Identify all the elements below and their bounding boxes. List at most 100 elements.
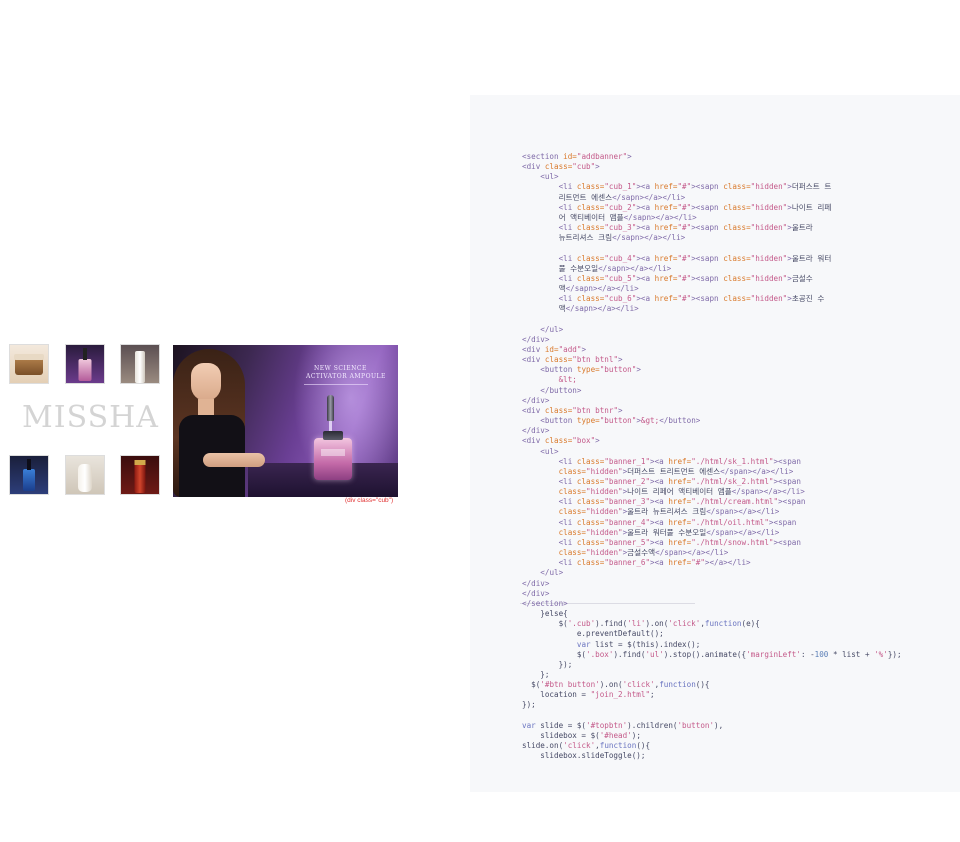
thumb-serum-blue[interactable] xyxy=(9,455,49,495)
code-line: </div> xyxy=(522,426,902,436)
code-line: <ul> xyxy=(522,172,902,182)
code-token: ><span xyxy=(773,456,801,466)
thumb-lotion[interactable] xyxy=(65,455,105,495)
code-line: <li class="cub_6"><a href="#"><sapn clas… xyxy=(522,294,902,304)
code-token: href= xyxy=(654,294,678,304)
code-token: 울트라 뉴트리셔스 크림 xyxy=(627,507,707,517)
code-token: class= xyxy=(576,182,605,192)
bottle-cap-icon xyxy=(134,460,146,465)
main-banner[interactable]: NEW SCIENCE ACTIVATOR AMPOULE xyxy=(173,345,398,497)
code-token: ><sapn xyxy=(691,202,724,212)
code-token: '%' xyxy=(874,649,888,659)
thumb-essence[interactable] xyxy=(120,344,160,384)
code-token: > xyxy=(636,365,641,375)
code-token: 금설수액 xyxy=(627,548,656,558)
thumb-cream-jar[interactable] xyxy=(9,344,49,384)
code-token: > xyxy=(627,152,632,161)
code-line: }else{ xyxy=(522,609,902,619)
code-token: ; xyxy=(650,690,655,700)
code-token: class= xyxy=(576,294,605,304)
ampoule-cap-icon xyxy=(323,431,343,440)
code-token: "hidden" xyxy=(586,466,623,476)
code-token: "hidden" xyxy=(750,202,788,212)
code-line: </ul> xyxy=(522,568,902,578)
code-token: "#" xyxy=(677,202,692,212)
code-token: <li xyxy=(558,517,577,527)
code-token: 울트라 워터 xyxy=(791,253,832,263)
code-token: 'click' xyxy=(668,619,701,629)
code-token: <li xyxy=(558,537,577,547)
code-token: > xyxy=(581,344,587,354)
code-token: <button xyxy=(540,416,577,426)
code-token: "#" xyxy=(677,273,692,283)
code-token: list = $(this).index(); xyxy=(590,639,701,649)
code-token: > xyxy=(618,405,623,415)
code-token: * list + xyxy=(828,649,875,659)
dropper-icon xyxy=(83,348,87,360)
code-token: "hidden" xyxy=(750,182,788,192)
ampoule-bottle-icon xyxy=(314,438,352,480)
code-token: "#" xyxy=(677,182,692,192)
code-token: </ul> xyxy=(540,324,564,334)
code-token: "addbanner" xyxy=(576,152,628,161)
code-line: 액</sapn></a></li> xyxy=(522,284,902,294)
code-token: type= xyxy=(576,365,600,375)
code-token: "button" xyxy=(599,416,637,426)
banner-caption: (div class="cub") xyxy=(345,497,394,504)
code-token: }else{ xyxy=(522,609,568,619)
code-token: ><a xyxy=(636,202,655,212)
code-token: "./html/oil.html" xyxy=(691,517,769,527)
code-token: <li xyxy=(558,202,577,212)
code-token: href= xyxy=(654,253,678,263)
code-token: class= xyxy=(723,202,751,212)
code-line: <li class="banner_5"><a href="./html/sno… xyxy=(522,538,902,548)
model-face xyxy=(191,363,221,401)
code-token: <button xyxy=(540,365,577,375)
code-token: slidebox.slideToggle(); xyxy=(522,751,646,761)
code-token: "#" xyxy=(677,223,692,233)
code-token: </span></a></li> xyxy=(655,548,729,558)
code-line: 뉴트리셔스 크림</sapn></a></li> xyxy=(522,233,902,243)
code-token: $( xyxy=(522,680,541,690)
code-token: "hidden" xyxy=(750,294,788,304)
code-token: > xyxy=(618,355,623,365)
code-token: ><a xyxy=(636,253,655,263)
code-token: <ul> xyxy=(540,172,559,182)
code-token: 나이트 리페어 액티베이터 앰플 xyxy=(627,487,732,497)
code-token: &gt; xyxy=(640,416,660,426)
code-line: <section id="addbanner"> xyxy=(522,152,902,162)
code-token: ).on( xyxy=(645,619,669,629)
code-token: 울트라 xyxy=(791,223,813,233)
code-token: ><span xyxy=(768,517,797,527)
code-token: $( xyxy=(522,649,587,659)
code-token: class= xyxy=(576,273,605,283)
code-token: <li xyxy=(558,223,577,233)
code-token: class= xyxy=(576,223,605,233)
red-bottle-icon xyxy=(134,463,146,493)
code-token: "banner_5" xyxy=(604,537,651,547)
code-line: 액</sapn></a></li> xyxy=(522,304,902,314)
code-token: <li xyxy=(558,477,577,486)
thumb-ampoule[interactable] xyxy=(65,344,105,384)
code-token: "./html/sk_1.html" xyxy=(691,456,774,466)
code-block: <section id="addbanner"> <div class="cub"… xyxy=(522,152,902,761)
code-line: $('.box').find('ul').stop().animate({'ma… xyxy=(522,650,902,660)
code-token: ><sapn xyxy=(691,182,724,192)
code-token: ><sapn xyxy=(691,223,724,233)
thumb-red-bottle[interactable] xyxy=(120,455,160,495)
code-token: <div xyxy=(522,162,545,172)
code-token: </span></a></li> xyxy=(731,487,805,497)
code-token: </div> xyxy=(522,578,550,588)
code-token: "banner_4" xyxy=(604,517,651,527)
code-token: ></a></li> xyxy=(704,558,751,568)
code-token: class= xyxy=(723,182,751,192)
code-token: var xyxy=(576,639,591,649)
code-token: 'li' xyxy=(627,619,646,629)
code-token: ><a xyxy=(650,497,669,507)
code-token: "hidden" xyxy=(750,223,788,233)
code-token: 액 xyxy=(522,304,566,314)
